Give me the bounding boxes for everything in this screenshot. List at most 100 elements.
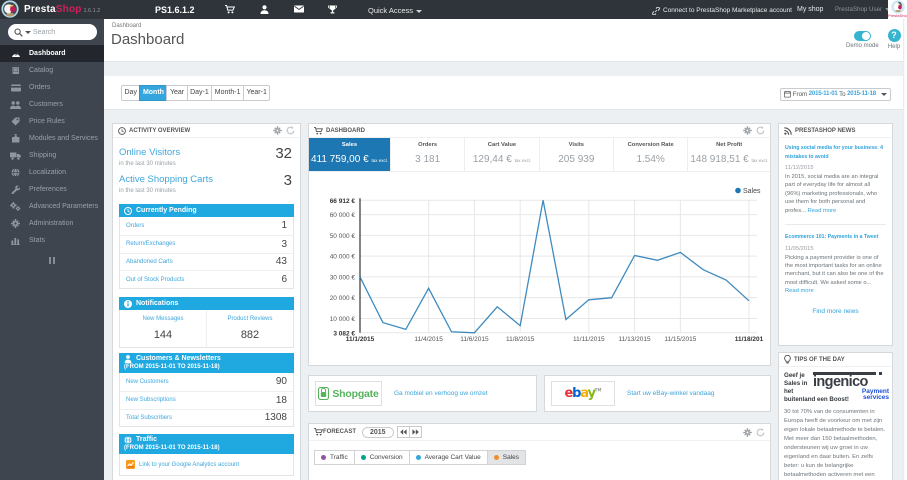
kpi-label: Net Profit	[716, 142, 743, 148]
demo-mode-toggle[interactable]	[853, 31, 871, 41]
row-label[interactable]: New Subscriptions	[126, 397, 176, 403]
online-visitors-label[interactable]: Online Visitors	[119, 147, 180, 158]
ebay-module[interactable]: ebayTM Start uw eBay-winkel vandaag	[544, 375, 771, 412]
table-row: Abandoned Carts 43	[120, 252, 293, 271]
next-year-button[interactable]	[408, 426, 422, 438]
sidebar-item-stats[interactable]: Stats	[0, 232, 104, 249]
gear-icon[interactable]	[273, 126, 282, 135]
kpi-sales[interactable]: Sales 411 759,00 € tax excl.	[309, 138, 390, 171]
article-title[interactable]: Using social media for your business: 4 …	[785, 144, 886, 161]
globe-icon	[124, 435, 132, 444]
shopgate-link[interactable]: Ga mobiel en verhoog uw omzet	[394, 390, 488, 397]
prestashop-logo[interactable]	[1, 0, 19, 18]
kpi-net-profit[interactable]: Net Profit 148 918,51 € tax excl.	[687, 138, 770, 171]
read-more-link[interactable]: Read more	[808, 208, 837, 214]
pending-table: Orders 1 Return/Exchanges 3 Abandoned Cart…	[119, 217, 294, 289]
search-input[interactable]	[33, 28, 85, 36]
sidebar-item-advanced-parameters[interactable]: Advanced Parameters	[0, 198, 104, 215]
row-value: 43	[275, 256, 287, 268]
sales-chart[interactable]: 66 912 € 60 000 € 50 000 € 40 000 € 30 000 €…	[309, 175, 770, 347]
table-row: Total Subscribers 1308	[120, 408, 293, 427]
news-panel-header: PRESTASHOP NEWS	[779, 124, 892, 138]
collapse-menu-button[interactable]	[47, 257, 57, 264]
active-carts-label[interactable]: Active Shopping Carts	[119, 174, 213, 185]
search-scope-caret-icon[interactable]	[25, 30, 31, 34]
range-year-1-button[interactable]: Year-1	[242, 85, 271, 101]
row-label[interactable]: Abandoned Carts	[126, 259, 173, 265]
page-title: Dashboard	[111, 31, 185, 48]
sidebar-item-localization[interactable]: Localization	[0, 164, 104, 181]
envelope-icon[interactable]	[294, 5, 304, 13]
range-day-1-button[interactable]: Day-1	[186, 85, 213, 101]
sidebar-item-shipping[interactable]: Shipping	[0, 147, 104, 164]
date-range-picker[interactable]: From 2015-11-01 To 2015-11-18	[779, 87, 891, 101]
range-month-button[interactable]: Month	[139, 85, 168, 101]
ebay-link[interactable]: Start uw eBay-winkel vandaag	[627, 390, 714, 397]
sidebar-item-price-rules[interactable]: Price Rules	[0, 113, 104, 130]
user-menu[interactable]: PrestaShop User	[835, 6, 892, 13]
table-row: Out of Stock Products 6	[120, 270, 293, 288]
cart-icon[interactable]	[225, 5, 235, 14]
refresh-icon[interactable]	[756, 126, 765, 135]
wrench-icon	[10, 185, 21, 194]
row-label[interactable]: New Customers	[126, 379, 169, 385]
breadcrumb[interactable]: Dashboard	[112, 23, 141, 29]
range-month-1-button[interactable]: Month-1	[211, 85, 244, 101]
svg-text:11/1/2015: 11/1/2015	[346, 336, 375, 343]
article-title[interactable]: Ecommerce 101: Payments in a Tweet	[785, 233, 886, 242]
cell-label[interactable]: Product Reviews	[209, 316, 291, 323]
active-carts-subtitle: in the last 30 minutes	[119, 187, 176, 194]
sidebar-item-preferences[interactable]: Preferences	[0, 181, 104, 198]
user-avatar[interactable]: PrestaShop	[888, 0, 907, 19]
quick-access-menu[interactable]: Quick Access	[368, 6, 423, 15]
shop-name[interactable]: PS1.6.1.2	[155, 5, 195, 15]
sidebar-item-modules[interactable]: Modules and Services	[0, 130, 104, 147]
kpi-orders[interactable]: Orders 3 181	[389, 138, 464, 171]
forecast-year-badge[interactable]: 2015	[362, 426, 394, 438]
legend-traffic[interactable]: Traffic	[314, 450, 355, 465]
marketplace-link[interactable]: Connect to PrestaShop Marketplace accoun…	[652, 6, 792, 15]
legend-average-cart-value[interactable]: Average Cart Value	[408, 450, 488, 465]
row-label[interactable]: Total Subscribers	[126, 415, 172, 421]
legend-sales[interactable]: Sales	[486, 450, 526, 465]
help-icon[interactable]: ?	[887, 29, 901, 42]
svg-text:50 000 €: 50 000 €	[330, 233, 356, 240]
forecast-panel-title: FORECAST	[323, 429, 356, 435]
row-label[interactable]: Orders	[126, 223, 144, 229]
page-scrollbar[interactable]	[903, 19, 907, 480]
shopgate-module[interactable]: Shopgate Ga mobiel en verhoog uw omzet	[308, 375, 537, 412]
gear-icon[interactable]	[743, 126, 752, 135]
sidebar-item-orders[interactable]: Orders	[0, 79, 104, 96]
kpi-visits[interactable]: Visits 205 939	[538, 138, 613, 171]
row-label[interactable]: Out of Stock Products	[126, 277, 184, 283]
demo-mode-label: Demo mode	[846, 43, 879, 49]
google-analytics-link[interactable]: Link to your Google Analytics account	[119, 454, 294, 477]
range-day-button[interactable]: Day	[121, 85, 141, 101]
sales-line-chart-svg: 66 912 € 60 000 € 50 000 € 40 000 € 30 000 €…	[330, 187, 764, 343]
gear-icon[interactable]	[743, 427, 752, 437]
sidebar-item-catalog[interactable]: Catalog	[0, 62, 104, 79]
refresh-icon[interactable]	[756, 427, 765, 437]
trophy-icon[interactable]	[328, 5, 337, 14]
refresh-icon[interactable]	[286, 126, 295, 135]
my-shop-link[interactable]: My shop	[797, 6, 823, 13]
cell-value: 144	[153, 329, 173, 341]
range-year-button[interactable]: Year	[166, 85, 188, 101]
sidebar-search[interactable]	[8, 24, 97, 40]
page-header: Dashboard Dashboard Demo mode ? Help	[104, 19, 907, 62]
sidebar-item-administration[interactable]: Administration	[0, 215, 104, 232]
kpi-conversion-rate[interactable]: Conversion Rate 1.54%	[612, 138, 687, 171]
svg-text:11/11/2015: 11/11/2015	[573, 336, 605, 343]
row-label[interactable]: Return/Exchanges	[126, 241, 175, 247]
notifications-header: Notifications	[119, 297, 294, 310]
sidebar-item-customers[interactable]: Customers	[0, 96, 104, 113]
person-icon[interactable]	[260, 5, 269, 14]
cell-label[interactable]: New Messages	[122, 316, 204, 323]
read-more-link[interactable]: Read more	[785, 288, 814, 294]
kpi-cart-value[interactable]: Cart Value 129,44 € tax excl.	[464, 138, 538, 171]
find-more-news-link[interactable]: Find more news	[785, 308, 886, 315]
sidebar-item-dashboard[interactable]: Dashboard	[0, 45, 104, 62]
legend-conversion[interactable]: Conversion	[353, 450, 410, 465]
sidebar-item-label: Price Rules	[29, 118, 65, 125]
info-icon	[124, 299, 132, 308]
